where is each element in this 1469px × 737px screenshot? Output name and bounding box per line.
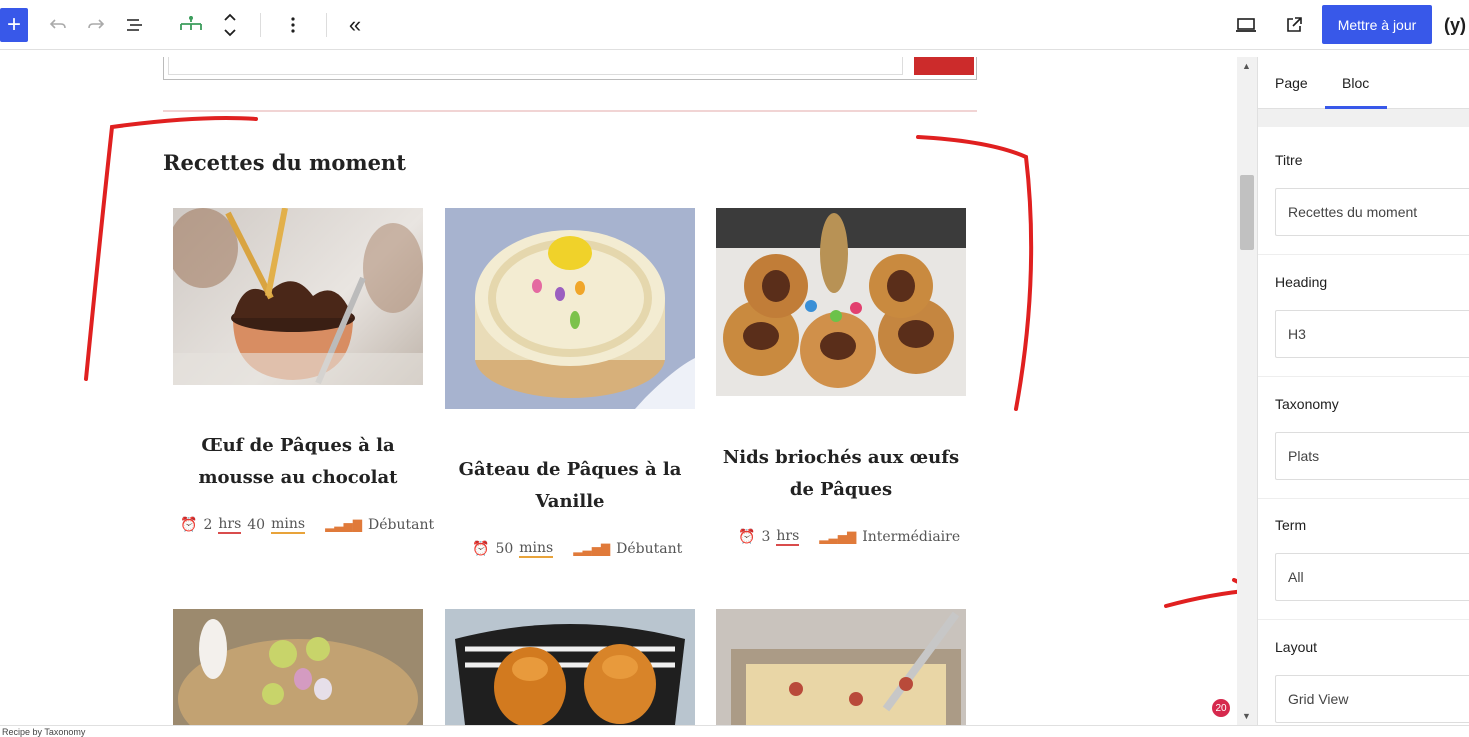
scroll-down-icon[interactable]: ▼ xyxy=(1242,711,1251,721)
field-label-term: Term xyxy=(1275,517,1307,533)
preview-device-icon[interactable] xyxy=(1234,8,1258,42)
view-external-icon[interactable] xyxy=(1282,8,1306,42)
field-label-layout: Layout xyxy=(1275,639,1318,655)
redo-icon[interactable] xyxy=(86,8,106,42)
field-label-taxonomy: Taxonomy xyxy=(1275,396,1339,412)
undo-icon[interactable] xyxy=(48,8,68,42)
more-options-icon[interactable] xyxy=(284,8,302,42)
canvas-scrollbar[interactable]: ▲ ▼ xyxy=(1237,57,1257,725)
sidebar-tabs: Page Bloc xyxy=(1258,57,1469,109)
block-breadcrumb[interactable]: Recipe by Taxonomy xyxy=(0,725,1469,737)
block-navigation-icon[interactable] xyxy=(176,8,206,42)
layout-select[interactable]: Grid View xyxy=(1275,675,1469,723)
field-label-titre: Titre xyxy=(1275,152,1303,168)
document-outline-icon[interactable] xyxy=(124,8,146,42)
update-button[interactable]: Mettre à jour xyxy=(1322,5,1432,44)
notification-badge[interactable]: 20 xyxy=(1210,697,1232,719)
field-label-heading: Heading xyxy=(1275,274,1328,290)
annotation-marks xyxy=(84,116,1034,411)
move-up-down-icon[interactable] xyxy=(220,8,240,42)
add-block-button[interactable]: + xyxy=(0,8,28,42)
editor-canvas: Recettes du moment Œuf de Pâques à la mo… xyxy=(0,57,1237,725)
tab-page[interactable]: Page xyxy=(1275,75,1308,91)
taxonomy-select[interactable]: Plats xyxy=(1275,432,1469,480)
scroll-thumb[interactable] xyxy=(1240,175,1254,250)
collapse-icon[interactable]: « xyxy=(344,8,366,42)
scroll-up-icon[interactable]: ▲ xyxy=(1242,61,1251,71)
tab-bloc[interactable]: Bloc xyxy=(1342,75,1369,91)
settings-sidebar: Page Bloc Titre Recettes du moment Headi… xyxy=(1257,57,1469,725)
editor-toolbar: + « Mettre à jour (y) xyxy=(0,0,1469,50)
heading-select[interactable]: H3 xyxy=(1275,310,1469,358)
yoast-icon[interactable]: (y) xyxy=(1442,8,1468,42)
title-input[interactable]: Recettes du moment xyxy=(1275,188,1469,236)
term-select[interactable]: All xyxy=(1275,553,1469,601)
